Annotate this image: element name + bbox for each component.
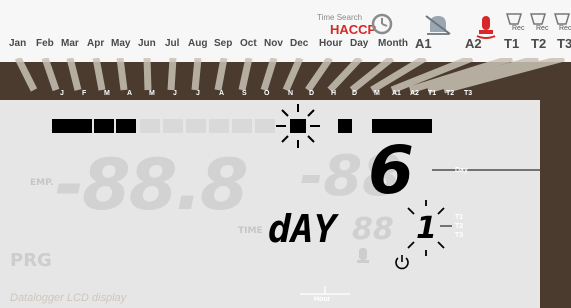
pointer-label-t3: T3	[455, 232, 464, 239]
pointer-label-hour: Hour	[314, 296, 331, 303]
pointer-label-t1: T1	[455, 214, 464, 221]
pointer-lines	[300, 169, 540, 295]
pointer-label-t2: T2	[455, 223, 464, 230]
pointer-label-day: Day	[455, 167, 468, 174]
figure-caption: Datalogger LCD display	[10, 292, 127, 304]
